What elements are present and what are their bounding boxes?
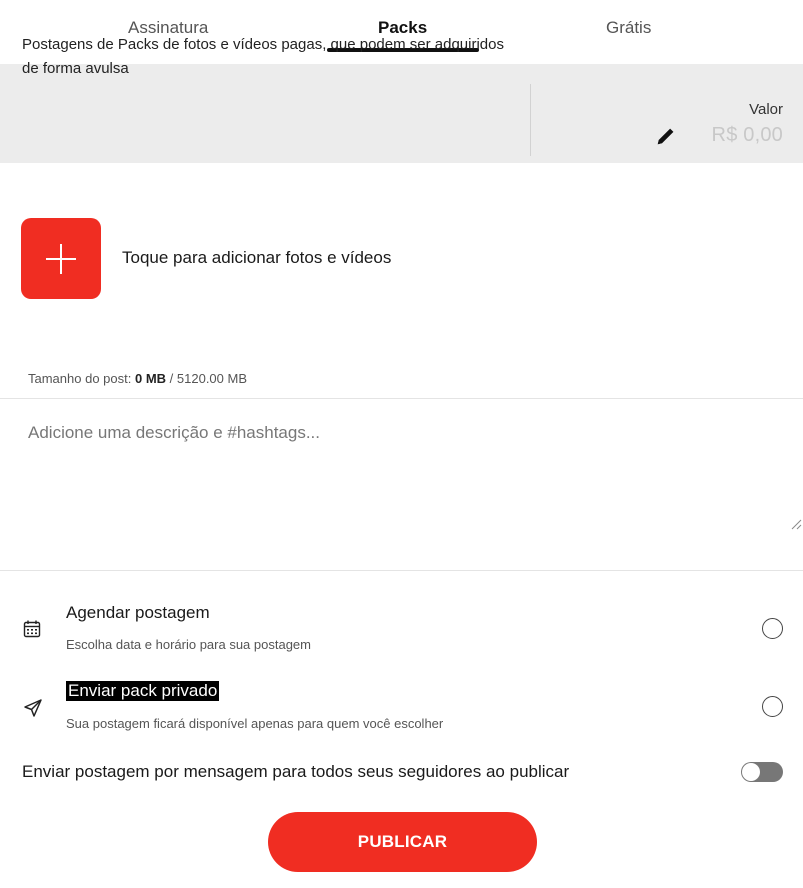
post-size-used: 0 MB <box>134 371 167 386</box>
post-size-limit: / 5120.00 MB <box>169 371 247 386</box>
private-pack-subtitle: Sua postagem ficará disponível apenas pa… <box>66 716 444 731</box>
broadcast-label: Enviar postagem por mensagem para todos … <box>22 762 570 781</box>
schedule-radio[interactable] <box>762 618 783 639</box>
resize-grip-icon[interactable] <box>790 518 802 530</box>
description-input[interactable] <box>0 399 803 570</box>
post-size-label: Tamanho do post: <box>28 371 132 386</box>
pack-info-description: Postagens de Packs de fotos e vídeos pag… <box>22 36 504 77</box>
pencil-icon[interactable] <box>655 125 677 147</box>
tab-gratis[interactable]: Grátis <box>606 18 651 38</box>
toggle-knob <box>742 763 760 781</box>
publish-button[interactable]: PUBLICAR <box>268 812 537 872</box>
broadcast-toggle[interactable] <box>741 762 783 782</box>
plus-icon <box>46 243 76 274</box>
send-icon <box>24 699 42 717</box>
divider <box>0 570 803 571</box>
private-pack-radio[interactable] <box>762 696 783 717</box>
add-media-button[interactable] <box>21 218 101 299</box>
info-divider <box>530 84 531 156</box>
private-pack-title[interactable]: Enviar pack privado <box>66 681 220 701</box>
calendar-icon <box>23 620 41 638</box>
price-label: Valor <box>749 101 783 118</box>
schedule-title[interactable]: Agendar postagem <box>66 603 210 623</box>
post-size-info: Tamanho do post: 0 MB / 5120.00 MB <box>28 371 247 386</box>
schedule-subtitle: Escolha data e horário para sua postagem <box>66 637 311 652</box>
price-value[interactable]: R$ 0,00 <box>712 124 783 147</box>
add-media-label[interactable]: Toque para adicionar fotos e vídeos <box>122 248 391 268</box>
